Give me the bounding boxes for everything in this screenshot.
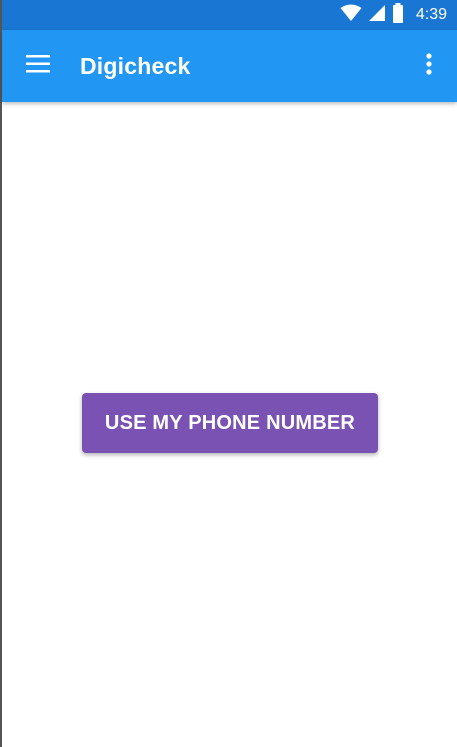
battery-icon bbox=[392, 2, 404, 28]
app-title: Digicheck bbox=[80, 53, 191, 79]
use-phone-number-button[interactable]: USE MY PHONE NUMBER bbox=[82, 393, 378, 453]
more-vertical-icon bbox=[426, 52, 432, 80]
wifi-icon bbox=[340, 4, 362, 27]
cell-signal-icon bbox=[368, 4, 386, 27]
status-icons: 4:39 bbox=[340, 0, 447, 30]
app-bar: Digicheck bbox=[2, 30, 457, 102]
hamburger-menu-icon bbox=[26, 54, 50, 78]
app-screen: 4:39 Digicheck USE MY PHONE NUMBER bbox=[0, 0, 457, 747]
status-time: 4:39 bbox=[415, 6, 447, 23]
status-bar: 4:39 bbox=[2, 0, 457, 30]
overflow-menu-button[interactable] bbox=[411, 48, 447, 84]
menu-button[interactable] bbox=[20, 48, 56, 84]
